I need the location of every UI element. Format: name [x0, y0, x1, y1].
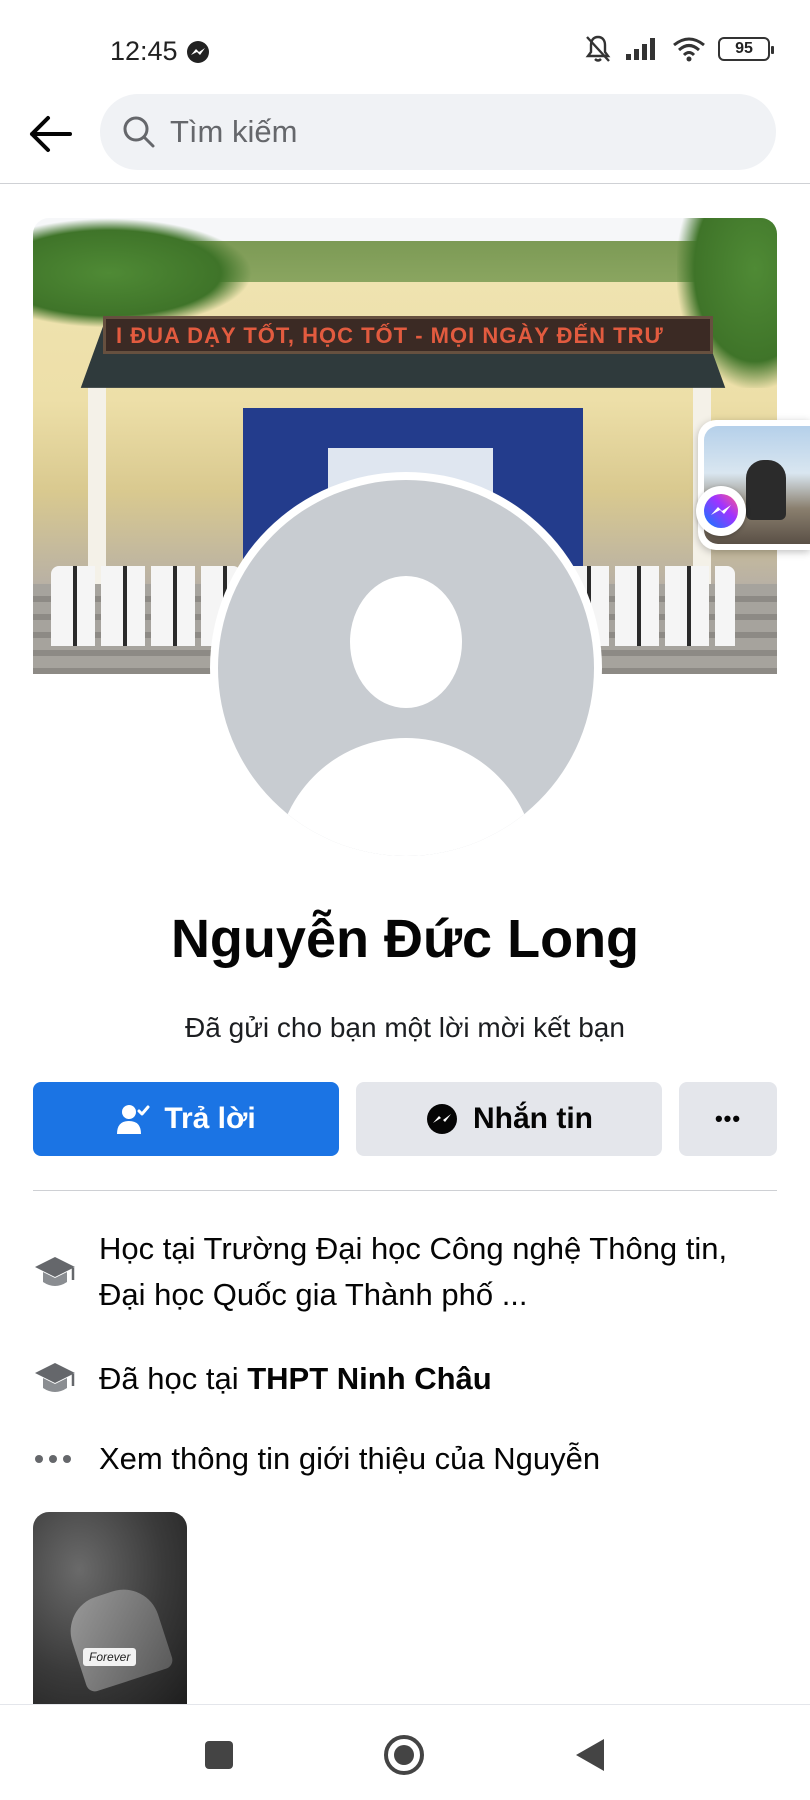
photo-hands	[61, 1580, 175, 1694]
cover-tree-left	[33, 218, 253, 328]
message-button-label: Nhắn tin	[473, 1102, 593, 1135]
battery-icon: 95	[718, 37, 774, 61]
battery-level: 95	[735, 40, 753, 57]
mute-bell-icon	[585, 35, 611, 62]
see-about-text: Xem thông tin giới thiệu của Nguyễn	[99, 1441, 601, 1476]
system-nav-bar	[0, 1704, 810, 1800]
featured-photo[interactable]: Forever	[33, 1512, 187, 1704]
person-check-icon	[117, 1105, 150, 1134]
messenger-icon	[704, 494, 738, 528]
cover-banner: I ĐUA DẠY TỐT, HỌC TỐT - MỌI NGÀY ĐẾN TR…	[103, 316, 713, 354]
home-button[interactable]	[382, 1733, 426, 1777]
reply-button-label: Trả lời	[164, 1102, 256, 1135]
square-icon	[205, 1741, 233, 1769]
search-box[interactable]	[100, 94, 776, 170]
more-options-icon: •••	[714, 1106, 742, 1131]
friend-request-status: Đã gửi cho bạn một lời mời kết bạn	[185, 1012, 625, 1043]
reply-button[interactable]: Trả lời	[33, 1082, 339, 1156]
more-dots-icon	[33, 1436, 85, 1482]
back-nav-button[interactable]	[568, 1733, 612, 1777]
back-button[interactable]	[24, 108, 76, 160]
recent-apps-button[interactable]	[197, 1733, 241, 1777]
search-input[interactable]	[170, 114, 730, 150]
message-button[interactable]: Nhắn tin	[356, 1082, 662, 1156]
wifi-icon	[673, 37, 705, 62]
info-row-studied[interactable]: Đã học tại THPT Ninh Châu	[33, 1356, 777, 1402]
messenger-badge[interactable]	[696, 486, 746, 536]
default-avatar-silhouette	[218, 480, 594, 856]
back-arrow-icon	[30, 116, 72, 152]
graduation-cap-icon	[33, 1250, 85, 1296]
avatar-body	[276, 738, 536, 856]
info-row-studies[interactable]: Học tại Trường Đại học Công nghệ Thông t…	[33, 1226, 777, 1318]
status-bar: 12:45 95	[0, 0, 810, 100]
triangle-back-icon	[576, 1739, 604, 1771]
status-icons: 95	[584, 34, 774, 64]
studied-at-prefix: Đã học tại	[99, 1361, 248, 1396]
profile-avatar[interactable]	[210, 472, 602, 864]
studied-at-text: Đã học tại THPT Ninh Châu	[99, 1356, 492, 1402]
avatar-head	[350, 576, 462, 708]
top-bar	[0, 94, 810, 184]
info-row-see-about[interactable]: Xem thông tin giới thiệu của Nguyễn	[33, 1436, 777, 1482]
more-options-button[interactable]: •••	[679, 1082, 777, 1156]
photo-caption-label: Forever	[83, 1648, 137, 1666]
search-icon	[123, 116, 155, 148]
studied-school-name[interactable]: THPT Ninh Châu	[247, 1361, 492, 1396]
signal-icon	[626, 38, 655, 60]
status-time: 12:45	[110, 36, 210, 67]
profile-name: Nguyễn Đức Long	[170, 909, 640, 969]
story-rider	[746, 460, 786, 520]
section-divider	[33, 1190, 777, 1191]
status-time-text: 12:45	[110, 36, 178, 66]
graduation-cap-icon	[33, 1356, 85, 1402]
messenger-notification-icon	[186, 40, 209, 63]
messenger-icon	[427, 1104, 457, 1134]
home-circle-icon	[384, 1735, 424, 1775]
studies-at-text: Học tại Trường Đại học Công nghệ Thông t…	[99, 1231, 728, 1312]
